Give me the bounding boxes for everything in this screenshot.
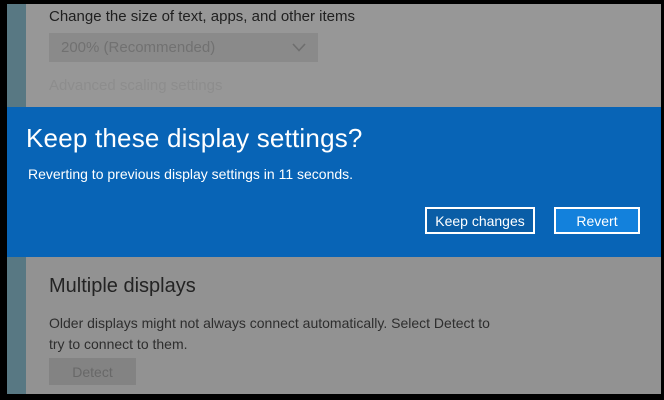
left-nav-strip — [7, 257, 26, 394]
revert-button[interactable]: Revert — [554, 207, 640, 234]
left-nav-strip — [7, 4, 26, 107]
scale-dropdown[interactable]: 200% (Recommended) — [49, 33, 318, 62]
detect-button[interactable]: Detect — [49, 358, 136, 385]
settings-window: Change the size of text, apps, and other… — [7, 4, 661, 394]
multiple-displays-description: Older displays might not always connect … — [49, 313, 490, 355]
dialog-title: Keep these display settings? — [26, 123, 363, 154]
scale-dropdown-value: 200% (Recommended) — [61, 39, 215, 56]
scaling-section: Change the size of text, apps, and other… — [7, 4, 661, 107]
advanced-scaling-settings-link[interactable]: Advanced scaling settings — [49, 77, 222, 94]
chevron-down-icon — [292, 43, 306, 52]
dialog-countdown-message: Reverting to previous display settings i… — [28, 166, 353, 182]
multiple-displays-heading: Multiple displays — [49, 275, 196, 298]
dialog-button-row: Keep changes Revert — [7, 207, 640, 234]
keep-changes-button[interactable]: Keep changes — [425, 207, 535, 234]
keep-display-settings-dialog: Keep these display settings? Reverting t… — [7, 107, 661, 257]
description-line: try to connect to them. — [49, 334, 490, 355]
multiple-displays-section: Multiple displays Older displays might n… — [7, 257, 661, 394]
description-line: Older displays might not always connect … — [49, 313, 490, 334]
scaling-heading: Change the size of text, apps, and other… — [49, 8, 355, 25]
display-settings-screenshot: Change the size of text, apps, and other… — [0, 0, 664, 400]
